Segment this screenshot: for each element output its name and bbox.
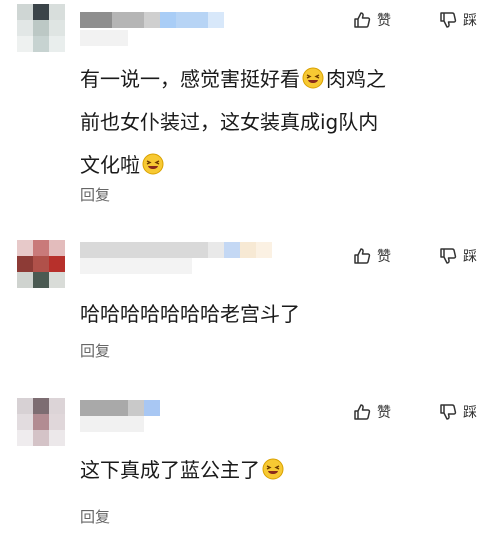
username-blurred-sub <box>80 416 144 432</box>
like-label: 赞 <box>377 249 391 265</box>
comment-text: 这下真成了蓝公主了 <box>80 449 485 492</box>
thumbs-down-icon <box>440 248 457 264</box>
dislike-label: 踩 <box>463 405 477 421</box>
like-button[interactable]: 赞 <box>352 402 391 422</box>
avatar[interactable] <box>17 4 65 52</box>
laughing-emoji-icon <box>142 153 164 175</box>
reply-button[interactable]: 回复 <box>80 184 110 205</box>
avatar[interactable] <box>17 240 65 288</box>
like-button[interactable]: 赞 <box>352 10 391 30</box>
dislike-label: 踩 <box>463 249 477 265</box>
username-blurred[interactable] <box>80 242 272 258</box>
avatar[interactable] <box>17 398 65 446</box>
username-blurred-sub <box>80 258 192 274</box>
dislike-button[interactable]: 踩 <box>438 10 477 30</box>
comment-text: 有一说一，感觉害挺好看 肉鸡之 前也女仆装过，这女装真成ig队内 文化啦 <box>80 67 386 177</box>
thumbs-down-icon <box>440 404 457 420</box>
dislike-label: 踩 <box>463 13 477 29</box>
thumbs-up-icon <box>354 12 371 28</box>
reply-button[interactable]: 回复 <box>80 506 110 527</box>
dislike-button[interactable]: 踩 <box>438 246 477 266</box>
laughing-emoji-icon <box>302 67 324 89</box>
dislike-button[interactable]: 踩 <box>438 402 477 422</box>
username-blurred[interactable] <box>80 12 240 28</box>
like-button[interactable]: 赞 <box>352 246 391 266</box>
reply-button[interactable]: 回复 <box>80 340 110 361</box>
laughing-emoji-icon <box>262 458 284 480</box>
like-label: 赞 <box>377 13 391 29</box>
comment-text: 哈哈哈哈哈哈哈老宫斗了 <box>80 302 300 326</box>
thumbs-up-icon <box>354 404 371 420</box>
username-blurred[interactable] <box>80 400 160 416</box>
thumbs-up-icon <box>354 248 371 264</box>
thumbs-down-icon <box>440 12 457 28</box>
username-blurred-sub <box>80 30 128 46</box>
like-label: 赞 <box>377 405 391 421</box>
